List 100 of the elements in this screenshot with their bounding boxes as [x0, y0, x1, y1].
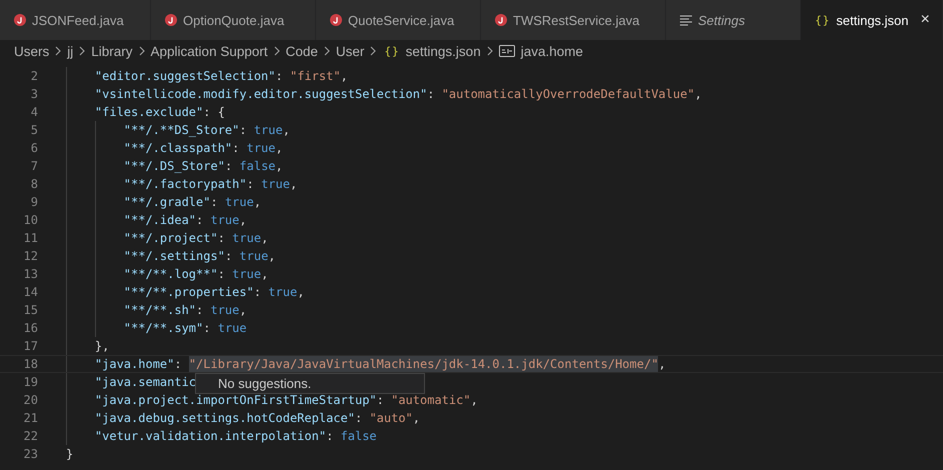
chevron-icon — [79, 46, 86, 56]
editor-tab[interactable]: QuoteService.java — [316, 0, 481, 40]
breadcrumb-item[interactable]: settings.json — [406, 44, 481, 58]
editor-tab[interactable]: OptionQuote.java — [151, 0, 316, 40]
breadcrumb-item[interactable]: Users — [14, 44, 50, 58]
line-number: 20 — [22, 392, 38, 409]
lines-icon — [680, 14, 692, 26]
punctuation: { — [218, 104, 225, 121]
close-button[interactable]: × — [920, 12, 930, 28]
chevron-icon — [138, 46, 145, 56]
json-key: "**/.settings" — [124, 247, 225, 265]
string-value: "auto" — [369, 410, 413, 427]
breadcrumb-item[interactable]: Library — [91, 44, 133, 58]
line-number: 19 — [22, 374, 38, 391]
punctuation: , — [276, 158, 283, 175]
punctuation: , — [340, 68, 348, 85]
punctuation: : — [376, 392, 384, 409]
editor-tab[interactable]: Settings — [666, 0, 801, 40]
chevron-icon — [274, 46, 280, 56]
breadcrumb-item[interactable]: Application Support — [150, 44, 268, 58]
punctuation: }, — [94, 338, 110, 355]
punctuation: : — [210, 194, 218, 211]
punctuation: : — [276, 68, 283, 85]
punctuation: : — [427, 86, 434, 103]
json-key: "java.home" — [94, 356, 174, 372]
string-value: "/Library/Java/JavaVirtualMachines/jdk-14.0.1.jdk/Contents/Home/" — [188, 356, 658, 372]
line-number: 4 — [30, 104, 38, 121]
punctuation: , — [261, 230, 268, 247]
breadcrumb-item[interactable]: jj — [67, 44, 74, 58]
json-key: "java.debug.settings.hotCodeReplace" — [94, 409, 355, 427]
string-value: "first" — [290, 68, 341, 85]
line-number: 5 — [30, 122, 38, 139]
line-number: 9 — [30, 194, 38, 211]
java-file-icon — [495, 14, 507, 26]
punctuation: : — [196, 212, 204, 229]
punctuation: , — [694, 86, 702, 103]
string-value: "automaticallyOverrodeDefaultValue" — [442, 86, 695, 103]
boolean-value: true — [210, 302, 240, 319]
boolean-value: true — [268, 284, 298, 301]
json-key: "editor.suggestSelection" — [94, 67, 276, 85]
line-number: 17 — [22, 338, 38, 355]
line-number: 12 — [22, 248, 38, 265]
editor-tab[interactable]: JSONFeed.java — [0, 0, 151, 40]
punctuation: : — [196, 302, 204, 319]
line-number: 7 — [30, 158, 38, 175]
punctuation: : — [326, 428, 334, 445]
line-number: 2 — [30, 68, 38, 85]
braces-icon: {} — [384, 44, 400, 58]
punctuation: } — [66, 446, 74, 463]
punctuation: : — [232, 140, 240, 157]
line-number: 11 — [22, 230, 38, 247]
line-number: 3 — [30, 86, 38, 103]
breadcrumb-item[interactable]: Code — [286, 44, 318, 58]
punctuation: : — [246, 176, 254, 193]
boolean-value: true — [239, 248, 268, 265]
json-key: "**/**.properties" — [124, 283, 254, 301]
punctuation: , — [412, 410, 420, 427]
json-key: "vsintellicode.modify.editor.suggestSelection" — [94, 85, 428, 103]
line-number: 23 — [22, 446, 38, 463]
punctuation: , — [658, 356, 666, 372]
json-key: "**/**.sh" — [124, 301, 196, 319]
popup-message: No suggestions. — [218, 376, 312, 391]
line-number: 21 — [22, 410, 38, 427]
line-number: 13 — [22, 266, 38, 283]
boolean-value: true — [261, 176, 290, 193]
editor-tab[interactable]: {} settings.json × — [801, 0, 943, 40]
boolean-value: true — [232, 266, 262, 283]
punctuation: : — [174, 356, 182, 372]
braces-icon: {} — [815, 14, 830, 26]
breadcrumb-item[interactable]: User — [336, 44, 364, 58]
punctuation: : — [224, 248, 232, 265]
punctuation: : — [203, 320, 210, 337]
json-key: "files.exclude" — [94, 103, 204, 121]
editor-tab[interactable]: TWSRestService.java — [481, 0, 666, 40]
boolean-value: true — [210, 212, 240, 229]
punctuation: , — [470, 392, 478, 409]
java-file-icon — [14, 14, 26, 26]
line-number: 22 — [22, 428, 38, 445]
string-value: "automatic" — [391, 392, 471, 409]
boolean-value: true — [232, 230, 262, 247]
punctuation: , — [276, 140, 283, 157]
string-icon — [498, 45, 515, 57]
punctuation: , — [254, 194, 262, 211]
breadcrumb-item[interactable]: java.home — [520, 44, 583, 58]
json-key: "**/.factorypath" — [124, 175, 247, 193]
line-number: 14 — [22, 284, 38, 301]
json-key: "**/.DS_Store" — [124, 157, 225, 175]
punctuation: : — [218, 230, 225, 247]
json-key: "vetur.validation.interpolation" — [94, 427, 326, 445]
punctuation: , — [261, 266, 268, 283]
punctuation: , — [282, 122, 290, 139]
chevron-icon — [55, 46, 62, 56]
punctuation: , — [268, 248, 276, 265]
punctuation: : — [254, 284, 262, 301]
boolean-value: true — [224, 194, 254, 211]
line-number: 8 — [30, 176, 38, 193]
java-file-icon — [165, 14, 177, 26]
boolean-value: false — [340, 428, 377, 445]
line-number: 6 — [30, 140, 38, 157]
json-key: "**/**.log**" — [124, 265, 218, 283]
